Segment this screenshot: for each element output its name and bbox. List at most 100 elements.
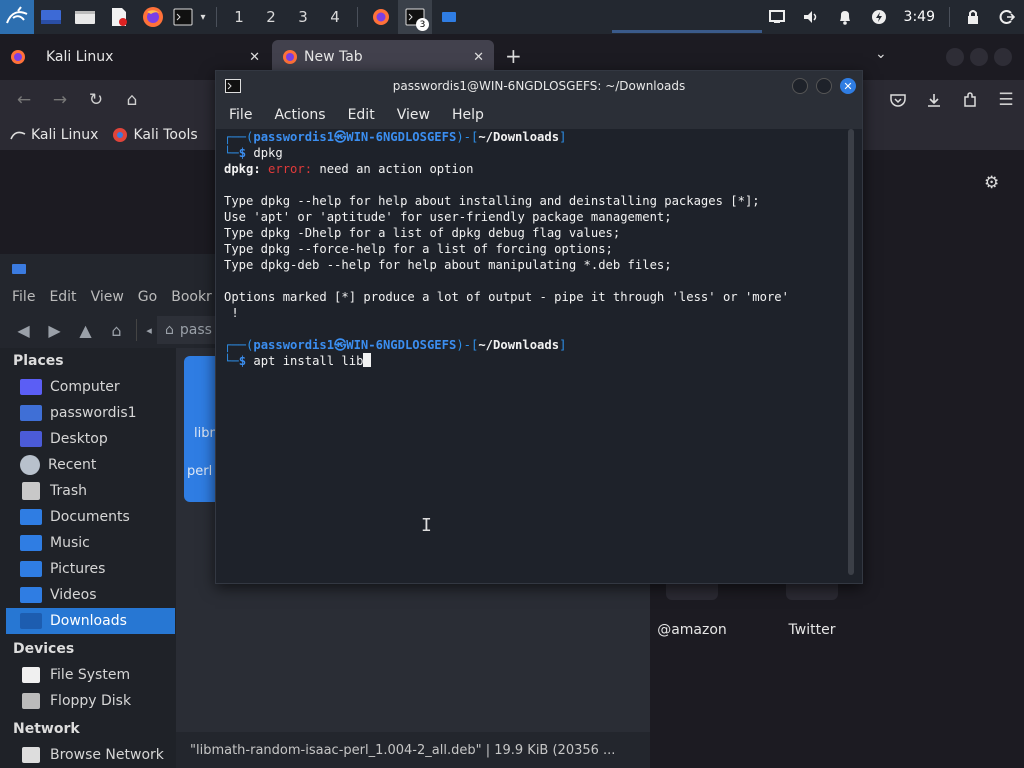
command-line-1: └─$ dpkg <box>224 146 283 160</box>
terminal-menu-edit[interactable]: Edit <box>348 107 375 123</box>
menu-edit[interactable]: Edit <box>49 289 76 305</box>
terminal-output[interactable]: ┌──(passwordis1㉿WIN-6NGDLOSGEFS)-[~/Down… <box>224 129 844 583</box>
logout-icon[interactable] <box>990 0 1024 34</box>
forward-arrow-icon[interactable]: ▶ <box>39 315 70 345</box>
tab-label: New Tab <box>304 49 363 65</box>
taskbar-firefox-icon[interactable] <box>364 0 398 34</box>
folder-icon <box>12 264 26 274</box>
close-tab-icon[interactable]: ✕ <box>473 50 484 65</box>
back-arrow-icon[interactable]: ◀ <box>8 315 39 345</box>
terminal-menu-view[interactable]: View <box>397 107 430 123</box>
tab-new-tab[interactable]: New Tab ✕ <box>272 40 494 74</box>
file-manager-sidebar: Places Computer passwordis1 Desktop Rece… <box>0 348 176 768</box>
trash-icon <box>22 482 40 500</box>
sidebar-item-browse-network[interactable]: Browse Network <box>0 742 176 768</box>
drive-icon <box>22 667 40 683</box>
clock[interactable]: 3:49 <box>896 9 943 25</box>
sidebar-item-documents[interactable]: Documents <box>0 504 176 530</box>
notification-bell-icon[interactable] <box>828 0 862 34</box>
extensions-icon[interactable] <box>952 80 988 120</box>
shortcut-twitter-label: Twitter <box>788 622 836 638</box>
bookmark-kali-tools[interactable]: Kali Tools <box>112 127 198 143</box>
home-icon[interactable]: ⌂ <box>114 80 150 120</box>
ibeam-cursor-icon: I <box>421 515 432 536</box>
terminal-titlebar[interactable]: passwordis1@WIN-6NGDLOSGEFS: ~/Downloads… <box>216 71 862 101</box>
text-editor-icon[interactable] <box>102 0 136 34</box>
taskbar-file-manager-icon[interactable] <box>432 0 466 34</box>
file-manager-icon[interactable] <box>68 0 102 34</box>
window-close-icon[interactable] <box>994 48 1012 66</box>
sidebar-item-recent[interactable]: Recent <box>0 452 176 478</box>
reload-icon[interactable]: ↻ <box>78 80 114 120</box>
path-bar-home-button[interactable]: ⌂ pass <box>157 316 220 344</box>
text-cursor <box>363 353 372 367</box>
shortcut-amazon-label: @amazon <box>657 622 727 638</box>
prompt-user: passwordis1㉿WIN-6NGDLOSGEFS <box>253 130 457 144</box>
terminal-launcher-icon[interactable] <box>170 0 196 34</box>
sidebar-item-home[interactable]: passwordis1 <box>0 400 176 426</box>
prompt-dir: ~/Downloads <box>478 130 560 144</box>
back-arrow-icon[interactable]: ← <box>6 80 42 120</box>
chevron-left-icon[interactable]: ◂ <box>141 315 157 345</box>
workspace-2[interactable]: 2 <box>255 0 287 34</box>
network-icon <box>22 747 40 763</box>
cpu-graph <box>612 30 762 33</box>
maximize-icon[interactable] <box>816 78 832 94</box>
minimize-icon[interactable] <box>792 78 808 94</box>
sidebar-item-trash[interactable]: Trash <box>0 478 176 504</box>
workspace-3[interactable]: 3 <box>287 0 319 34</box>
close-icon[interactable]: ✕ <box>840 78 856 94</box>
volume-icon[interactable] <box>794 0 828 34</box>
kali-menu-icon[interactable] <box>0 0 34 34</box>
forward-arrow-icon[interactable]: → <box>42 80 78 120</box>
lock-screen-icon[interactable] <box>956 0 990 34</box>
workspace-4[interactable]: 4 <box>319 0 351 34</box>
new-tab-plus-icon[interactable]: + <box>505 44 522 68</box>
sidebar-item-file-system[interactable]: File System <box>0 662 176 688</box>
sidebar-item-desktop[interactable]: Desktop <box>0 426 176 452</box>
power-manager-icon[interactable] <box>862 0 896 34</box>
sidebar-item-floppy-disk[interactable]: Floppy Disk <box>0 688 176 714</box>
firefox-icon[interactable] <box>136 0 170 34</box>
sidebar-item-computer[interactable]: Computer <box>0 374 176 400</box>
sidebar-label: Browse Network <box>50 747 164 763</box>
terminal-menu-help[interactable]: Help <box>452 107 484 123</box>
sidebar-item-pictures[interactable]: Pictures <box>0 556 176 582</box>
sidebar-item-videos[interactable]: Videos <box>0 582 176 608</box>
error-line: dpkg: error: need an action option <box>224 161 844 177</box>
tab-kali-linux[interactable]: Kali Linux ✕ <box>0 40 270 74</box>
menu-go[interactable]: Go <box>138 289 157 305</box>
window-maximize-icon[interactable] <box>970 48 988 66</box>
recent-clock-icon <box>20 455 40 475</box>
up-arrow-icon[interactable]: ▲ <box>70 315 101 345</box>
screen-icon[interactable] <box>760 0 794 34</box>
sidebar-label: Videos <box>50 587 97 603</box>
hamburger-menu-icon[interactable]: ☰ <box>988 80 1024 120</box>
terminal-scrollbar[interactable] <box>848 129 854 575</box>
menu-bookmarks[interactable]: Bookr <box>171 289 212 305</box>
command-line-2: └─$ apt install lib <box>224 353 844 369</box>
terminal-menu-actions[interactable]: Actions <box>274 107 325 123</box>
taskbar-terminal-icon[interactable]: 3 <box>398 0 432 34</box>
downloads-icon[interactable] <box>916 80 952 120</box>
home-icon[interactable]: ⌂ <box>101 315 132 345</box>
chevron-down-icon[interactable]: ▾ <box>196 0 210 34</box>
terminal-menu-file[interactable]: File <box>229 107 252 123</box>
sidebar-item-downloads[interactable]: Downloads <box>6 608 175 634</box>
pocket-icon[interactable] <box>880 80 916 120</box>
show-desktop-icon[interactable] <box>34 0 68 34</box>
sidebar-item-music[interactable]: Music <box>0 530 176 556</box>
close-tab-icon[interactable]: ✕ <box>249 50 260 65</box>
window-minimize-icon[interactable] <box>946 48 964 66</box>
help-line: Type dpkg --help for help about installi… <box>224 194 760 208</box>
new-tab-settings-gear-icon[interactable]: ⚙ <box>984 173 999 193</box>
list-tabs-chevron-icon[interactable]: ⌄ <box>875 46 887 62</box>
menu-file[interactable]: File <box>12 289 35 305</box>
computer-icon <box>20 379 42 395</box>
workspace-1[interactable]: 1 <box>223 0 255 34</box>
music-folder-icon <box>20 535 42 551</box>
bookmark-kali-linux[interactable]: Kali Linux <box>10 127 98 143</box>
menu-view[interactable]: View <box>91 289 124 305</box>
error-message: need an action option <box>312 162 474 176</box>
firefox-favicon-icon <box>11 50 25 64</box>
